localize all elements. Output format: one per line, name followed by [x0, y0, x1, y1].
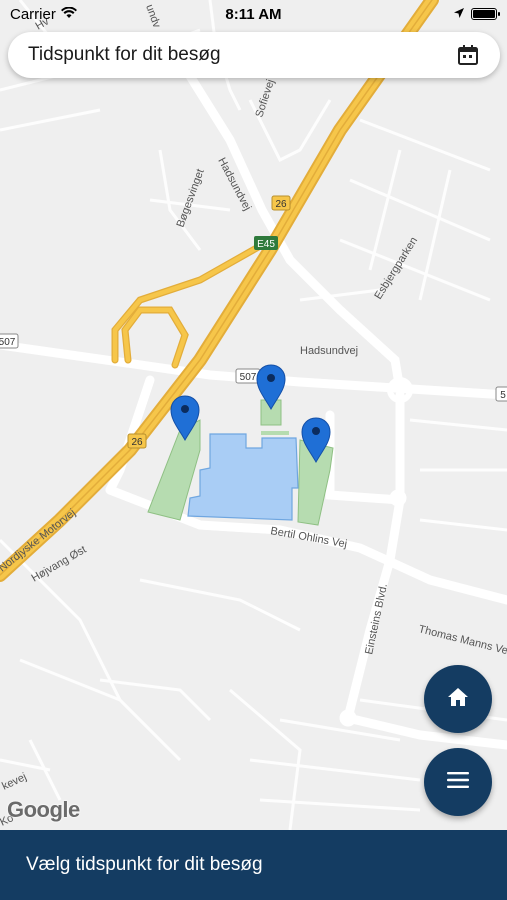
menu-icon [447, 771, 469, 793]
menu-button[interactable] [424, 748, 492, 816]
road-shield-26-top: 26 [275, 199, 287, 210]
street-label-hadsundvej-east: Hadsundvej [300, 345, 358, 357]
bottom-action-bar[interactable]: Vælg tidspunkt for dit besøg [0, 830, 507, 900]
status-right [453, 6, 500, 23]
home-icon [447, 687, 469, 712]
road-shield-507-mid: 507 [240, 372, 257, 383]
bottom-action-label: Vælg tidspunkt for dit besøg [26, 854, 263, 875]
calendar-icon[interactable] [456, 43, 480, 67]
battery-icon [471, 8, 500, 20]
visit-time-label: Tidspunkt for dit besøg [28, 44, 221, 65]
status-bar: Carrier 8:11 AM [0, 0, 507, 28]
wifi-icon [60, 6, 77, 23]
home-button[interactable] [424, 665, 492, 733]
visit-time-bar[interactable]: Tidspunkt for dit besøg [8, 32, 500, 78]
road-shield-5-right: 5 [500, 390, 506, 401]
carrier-label: Carrier [10, 5, 56, 23]
road-shield-e45: E45 [257, 239, 275, 250]
road-shield-26-bottom: 26 [131, 437, 143, 448]
google-attribution-logo[interactable]: Google [7, 797, 80, 823]
road-shield-507-left: 507 [0, 337, 16, 348]
location-arrow-icon [453, 6, 465, 23]
status-left: Carrier [10, 6, 77, 23]
